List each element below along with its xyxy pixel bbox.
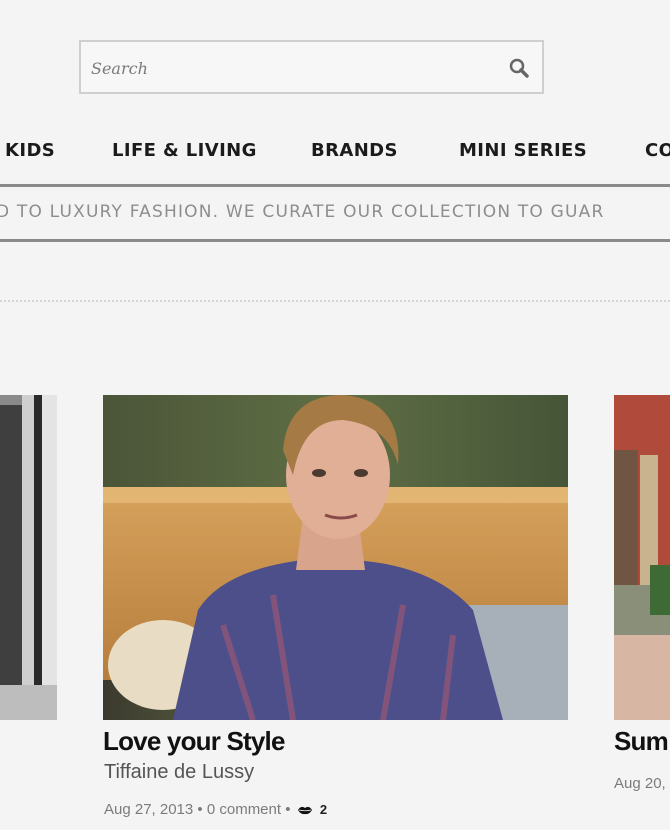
tagline-text: D TO LUXURY FASHION. WE CURATE OUR COLLE… — [0, 202, 605, 222]
search-input[interactable] — [89, 50, 493, 86]
card-image-main[interactable] — [103, 395, 568, 720]
main-nav: KIDS LIFE & LIVING BRANDS MINI SERIES CO — [0, 140, 670, 166]
card-comments[interactable]: 0 comment — [207, 801, 281, 818]
card-author[interactable]: Tiffaine de Lussy — [104, 761, 254, 784]
lips-icon[interactable] — [297, 805, 313, 815]
nav-item-co[interactable]: CO — [645, 140, 670, 161]
tagline-banner: D TO LUXURY FASHION. WE CURATE OUR COLLE… — [0, 184, 670, 242]
nav-item-brands[interactable]: BRANDS — [311, 140, 398, 161]
divider — [0, 300, 670, 302]
nav-item-life-living[interactable]: LIFE & LIVING — [112, 140, 257, 161]
nav-item-mini-series[interactable]: MINI SERIES — [459, 140, 587, 161]
search-box[interactable] — [79, 40, 544, 94]
likes-count: 2 — [319, 802, 328, 817]
card-date-right: Aug 20, — [614, 775, 666, 792]
card-title[interactable]: Love your Style — [103, 726, 285, 757]
nav-item-kids[interactable]: KIDS — [5, 140, 55, 161]
card-date: Aug 27, 2013 — [104, 801, 194, 818]
meta-separator: • — [285, 801, 291, 818]
card-meta: Aug 27, 2013 • 0 comment • 2 — [104, 801, 327, 818]
meta-separator: • — [197, 801, 207, 818]
search-icon[interactable] — [508, 57, 530, 79]
card-image-left[interactable] — [0, 395, 57, 720]
card-image-right[interactable] — [614, 395, 670, 720]
card-title-right[interactable]: Sum — [614, 726, 669, 757]
